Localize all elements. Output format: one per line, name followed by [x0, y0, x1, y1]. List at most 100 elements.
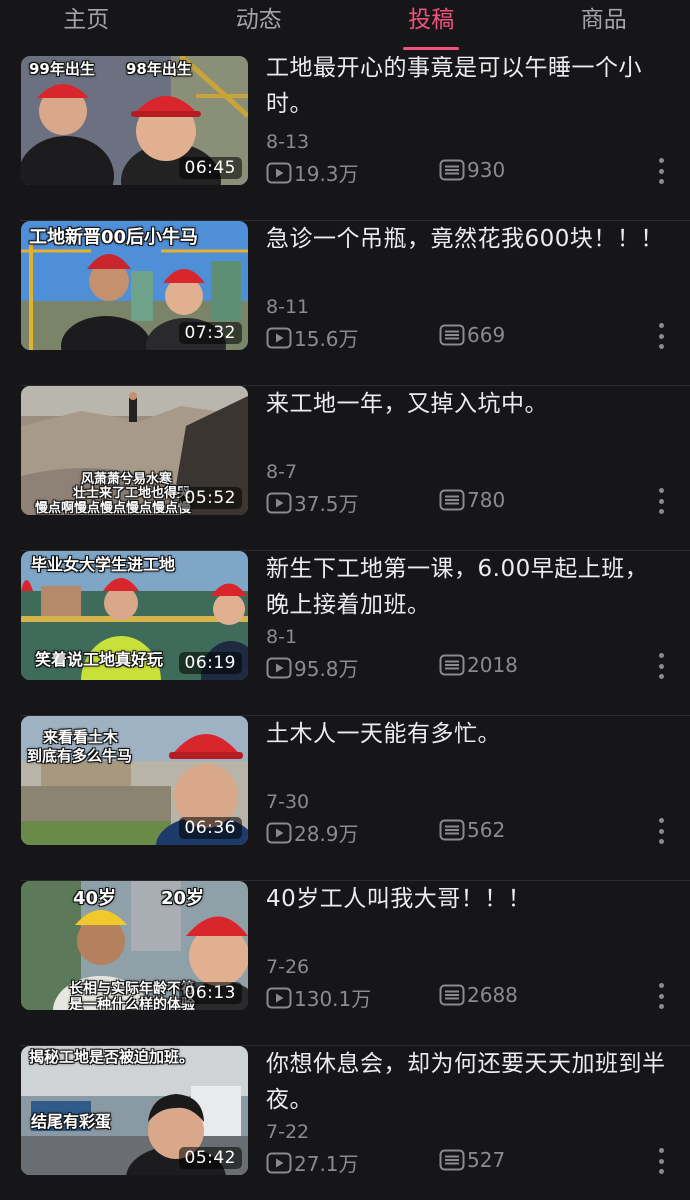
video-date: 7-30 — [266, 791, 310, 813]
play-count-icon — [266, 657, 292, 678]
video-item[interactable]: 来看看土木 到底有多么牛马 06:36 土木人一天能有多忙。 7-30 28.9… — [0, 716, 690, 881]
tab-label: 商品 — [580, 7, 627, 33]
tab-home[interactable]: 主页 — [0, 0, 173, 56]
thumbnail-caption: 笑着说工地真好玩 — [35, 650, 164, 669]
thumbnail-caption: 慢点啊慢点慢点慢点慢点慢 — [35, 501, 192, 515]
thumbnail-caption: 工地新晋00后小牛马 — [29, 227, 199, 248]
thumbnail-caption: 40岁 — [73, 888, 117, 909]
comment-icon — [439, 159, 465, 181]
play-count-icon — [266, 1152, 292, 1173]
comment-count: 527 — [439, 1148, 505, 1172]
thumbnail-caption: 结尾有彩蛋 — [31, 1112, 112, 1131]
thumbnail-caption: 是一种什么样的体验 — [69, 997, 195, 1010]
play-count-icon — [266, 327, 292, 348]
comment-count: 669 — [439, 323, 505, 347]
video-thumbnail[interactable]: 99年出生 98年出生 06:45 — [21, 56, 248, 185]
comment-count-value: 2688 — [467, 983, 518, 1007]
video-date: 8-11 — [266, 296, 310, 318]
thumbnail-caption: 98年出生 — [126, 60, 192, 78]
comment-count-value: 780 — [467, 488, 506, 512]
video-title[interactable]: 新生下工地第一课，6.00早起上班，晚上接着加班。 — [266, 551, 666, 623]
comment-icon — [439, 984, 465, 1006]
video-duration: 06:13 — [178, 982, 242, 1004]
thumbnail-caption: 20岁 — [161, 888, 205, 909]
video-date: 8-1 — [266, 626, 298, 648]
play-count-value: 28.9万 — [294, 822, 359, 846]
video-title[interactable]: 来工地一年，又掉入坑中。 — [266, 386, 666, 422]
video-date: 8-7 — [266, 461, 298, 483]
play-count-value: 15.6万 — [294, 327, 359, 351]
play-count-value: 37.5万 — [294, 492, 359, 516]
video-title[interactable]: 你想休息会，却为何还要天天加班到半夜。 — [266, 1046, 666, 1118]
tab-bar: 主页 动态 投稿 商品 — [0, 0, 690, 56]
video-date: 7-26 — [266, 956, 310, 978]
video-thumbnail[interactable]: 风萧萧兮易水寒 壮士来了工地也得哭 慢点啊慢点慢点慢点慢点慢 05:52 — [21, 386, 248, 515]
more-options-icon[interactable] — [654, 158, 668, 184]
more-options-icon[interactable] — [654, 1148, 668, 1174]
video-title[interactable]: 急诊一个吊瓶，竟然花我600块！！！ — [266, 221, 666, 257]
play-count: 95.8万 — [266, 653, 359, 682]
active-tab-indicator — [403, 47, 460, 50]
video-item[interactable]: 揭秘工地是否被迫加班。 结尾有彩蛋 05:42 你想休息会，却为何还要天天加班到… — [0, 1046, 690, 1200]
play-count: 28.9万 — [266, 818, 359, 847]
comment-count: 780 — [439, 488, 505, 512]
tab-posts[interactable]: 投稿 — [345, 0, 518, 56]
comment-icon — [439, 489, 465, 511]
play-count-value: 19.3万 — [294, 162, 359, 186]
video-title[interactable]: 工地最开心的事竟是可以午睡一个小时。 — [266, 50, 666, 122]
video-thumbnail[interactable]: 毕业女大学生进工地 笑着说工地真好玩 06:19 — [21, 551, 248, 680]
comment-count: 562 — [439, 818, 505, 842]
video-thumbnail[interactable]: 揭秘工地是否被迫加班。 结尾有彩蛋 05:42 — [21, 1046, 248, 1175]
more-options-icon[interactable] — [654, 488, 668, 514]
play-count-value: 95.8万 — [294, 657, 359, 681]
video-list: 99年出生 98年出生 06:45 工地最开心的事竟是可以午睡一个小时。 8-1… — [0, 55, 690, 1200]
tab-dynamics[interactable]: 动态 — [173, 0, 346, 56]
comment-count-value: 562 — [467, 818, 506, 842]
comment-count-value: 527 — [467, 1148, 506, 1172]
comment-count: 2018 — [439, 653, 518, 677]
play-count-value: 130.1万 — [294, 987, 372, 1011]
comment-count: 2688 — [439, 983, 518, 1007]
play-count-icon — [266, 822, 292, 843]
video-title[interactable]: 40岁工人叫我大哥！！！ — [266, 881, 666, 917]
comment-count-value: 930 — [467, 158, 506, 182]
video-thumbnail[interactable]: 40岁 20岁 长相与实际年龄不符 是一种什么样的体验 06:13 — [21, 881, 248, 1010]
video-thumbnail[interactable]: 工地新晋00后小牛马 07:32 — [21, 221, 248, 350]
video-date: 7-22 — [266, 1121, 310, 1143]
video-item[interactable]: 风萧萧兮易水寒 壮士来了工地也得哭 慢点啊慢点慢点慢点慢点慢 05:52 来工地… — [0, 386, 690, 551]
thumbnail-caption: 毕业女大学生进工地 — [31, 555, 176, 574]
more-options-icon[interactable] — [654, 818, 668, 844]
thumbnail-caption: 揭秘工地是否被迫加班。 — [29, 1048, 195, 1066]
tab-products[interactable]: 商品 — [518, 0, 690, 56]
more-options-icon[interactable] — [654, 323, 668, 349]
video-duration: 05:52 — [178, 487, 242, 509]
video-title[interactable]: 土木人一天能有多忙。 — [266, 716, 666, 752]
video-thumbnail[interactable]: 来看看土木 到底有多么牛马 06:36 — [21, 716, 248, 845]
comment-count-value: 669 — [467, 323, 506, 347]
more-options-icon[interactable] — [654, 653, 668, 679]
video-duration: 06:19 — [178, 652, 242, 674]
tab-label: 主页 — [63, 7, 110, 33]
play-count: 130.1万 — [266, 983, 371, 1012]
video-item[interactable]: 40岁 20岁 长相与实际年龄不符 是一种什么样的体验 06:13 40岁工人叫… — [0, 881, 690, 1046]
play-count: 27.1万 — [266, 1148, 359, 1177]
comment-icon — [439, 1149, 465, 1171]
play-count: 15.6万 — [266, 323, 359, 352]
video-duration: 05:42 — [178, 1147, 242, 1169]
comment-icon — [439, 324, 465, 346]
video-duration: 06:45 — [178, 157, 242, 179]
play-count-icon — [266, 492, 292, 513]
video-item[interactable]: 99年出生 98年出生 06:45 工地最开心的事竟是可以午睡一个小时。 8-1… — [0, 55, 690, 221]
play-count-icon — [266, 162, 292, 183]
video-date: 8-13 — [266, 131, 310, 153]
video-duration: 06:36 — [178, 817, 242, 839]
video-duration: 07:32 — [178, 322, 242, 344]
more-options-icon[interactable] — [654, 983, 668, 1009]
video-item[interactable]: 工地新晋00后小牛马 07:32 急诊一个吊瓶，竟然花我600块！！！ 8-11… — [0, 221, 690, 386]
comment-count: 930 — [439, 158, 505, 182]
thumbnail-caption: 来看看土木 — [43, 728, 119, 746]
comment-icon — [439, 654, 465, 676]
play-count-value: 27.1万 — [294, 1152, 359, 1176]
thumbnail-caption: 到底有多么牛马 — [27, 747, 133, 765]
video-item[interactable]: 毕业女大学生进工地 笑着说工地真好玩 06:19 新生下工地第一课，6.00早起… — [0, 551, 690, 716]
